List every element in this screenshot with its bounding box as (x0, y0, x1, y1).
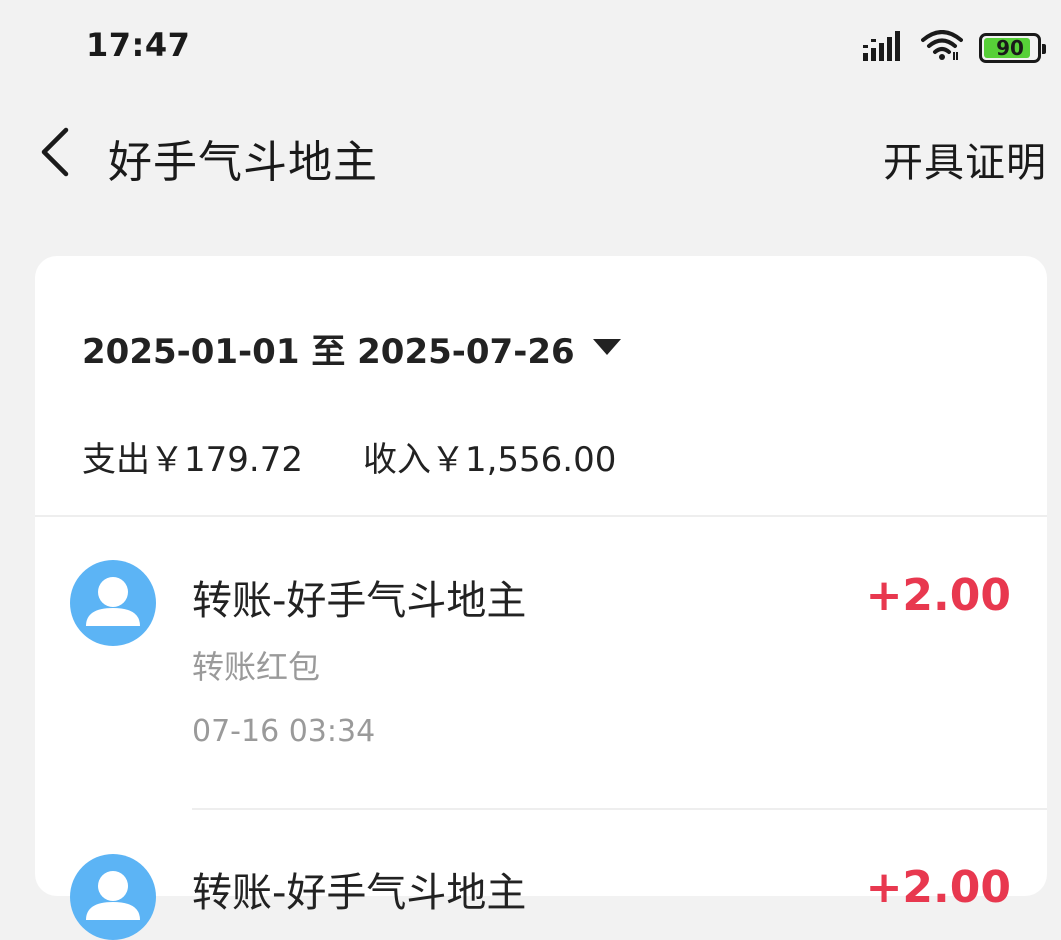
nav-bar: 好手气斗地主 开具证明 (0, 96, 1061, 216)
income-total: 收入￥1,556.00 (362, 440, 617, 480)
back-button[interactable] (28, 126, 80, 182)
transaction-amount: +2.00 (865, 570, 1011, 621)
summary: 支出￥179.72 收入￥1,556.00 (82, 432, 616, 481)
transaction-type: 转账红包 (192, 648, 321, 686)
page-title: 好手气斗地主 (108, 137, 378, 188)
user-avatar-icon (70, 854, 156, 940)
battery-level: 90 (996, 36, 1024, 60)
issue-certificate-button[interactable]: 开具证明 (883, 130, 1047, 188)
battery-icon: 90 (979, 33, 1046, 63)
transaction-item[interactable]: 转账-好手气斗地主 +2.00 转账红包 07-16 03:34 (35, 518, 1047, 810)
transaction-title: 转账-好手气斗地主 (192, 578, 527, 624)
date-range-text: 2025-01-01 至 2025-07-26 (82, 332, 575, 372)
transaction-title: 转账-好手气斗地主 (192, 870, 527, 916)
transaction-time: 07-16 03:34 (192, 714, 376, 749)
chevron-left-icon (36, 126, 72, 182)
status-time: 17:47 (86, 26, 191, 64)
date-range-selector[interactable]: 2025-01-01 至 2025-07-26 (82, 324, 623, 373)
bill-card: 2025-01-01 至 2025-07-26 支出￥179.72 收入￥1,5… (35, 256, 1047, 940)
divider (35, 515, 1047, 517)
caret-down-icon (591, 337, 623, 361)
status-bar: 17:47 90 (0, 0, 1061, 96)
expense-total: 支出￥179.72 (82, 440, 303, 480)
transaction-item[interactable]: 转账-好手气斗地主 +2.00 (35, 810, 1047, 940)
status-icons: 90 (863, 30, 1046, 66)
user-avatar-icon (70, 560, 156, 646)
wifi-icon (921, 30, 963, 66)
signal-icon (863, 31, 905, 65)
